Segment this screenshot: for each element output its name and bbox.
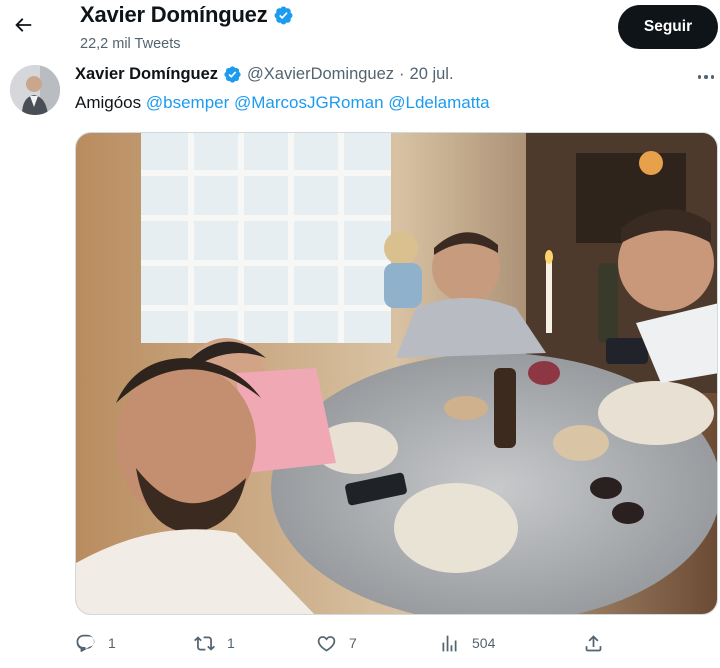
profile-name: Xavier Domínguez xyxy=(80,2,268,27)
tweet-date[interactable]: 20 jul. xyxy=(410,65,454,84)
like-icon xyxy=(317,635,336,652)
tweet-header: Xavier Domínguez @XavierDominguez · 20 j… xyxy=(75,65,454,84)
views-icon xyxy=(442,635,457,651)
like-button[interactable]: 7 xyxy=(316,628,357,658)
back-button[interactable] xyxy=(6,8,40,42)
share-icon xyxy=(585,634,602,651)
avatar[interactable] xyxy=(10,65,60,115)
profile-title: Xavier Domínguez xyxy=(80,2,294,28)
back-arrow-icon xyxy=(15,18,32,32)
tweet-actions: 1 1 7 504 xyxy=(75,628,695,658)
tweet-text: Amigóos @bsemper @MarcosJGRoman @Ldelama… xyxy=(75,93,490,113)
reply-icon xyxy=(76,634,95,652)
follow-button[interactable]: Seguir xyxy=(618,5,718,49)
header-bar: Xavier Domínguez 22,2 mil Tweets Seguir xyxy=(0,0,720,58)
views-button[interactable]: 504 xyxy=(439,628,495,658)
tweet-photo[interactable] xyxy=(75,132,718,615)
retweet-icon xyxy=(194,635,215,651)
share-button[interactable] xyxy=(583,628,604,658)
like-count: 7 xyxy=(349,635,357,651)
verified-badge-icon xyxy=(223,65,242,84)
tweet-count: 22,2 mil Tweets xyxy=(80,36,181,52)
author-handle[interactable]: @XavierDominguez xyxy=(247,65,394,84)
author-name[interactable]: Xavier Domínguez xyxy=(75,65,218,84)
retweet-count: 1 xyxy=(227,635,235,651)
more-icon[interactable] xyxy=(694,70,718,84)
meta-separator: · xyxy=(399,65,405,83)
reply-count: 1 xyxy=(108,635,116,651)
mention-bsemper[interactable]: @bsemper xyxy=(146,93,229,112)
mention-marcosjgroman[interactable]: @MarcosJGRoman xyxy=(234,93,384,112)
reply-button[interactable]: 1 xyxy=(75,628,116,658)
mention-ldelamatta[interactable]: @Ldelamatta xyxy=(388,93,489,112)
tweet-text-body: Amigóos xyxy=(75,93,146,112)
views-count: 504 xyxy=(472,635,496,651)
verified-badge-icon xyxy=(273,5,294,26)
retweet-button[interactable]: 1 xyxy=(194,628,235,658)
